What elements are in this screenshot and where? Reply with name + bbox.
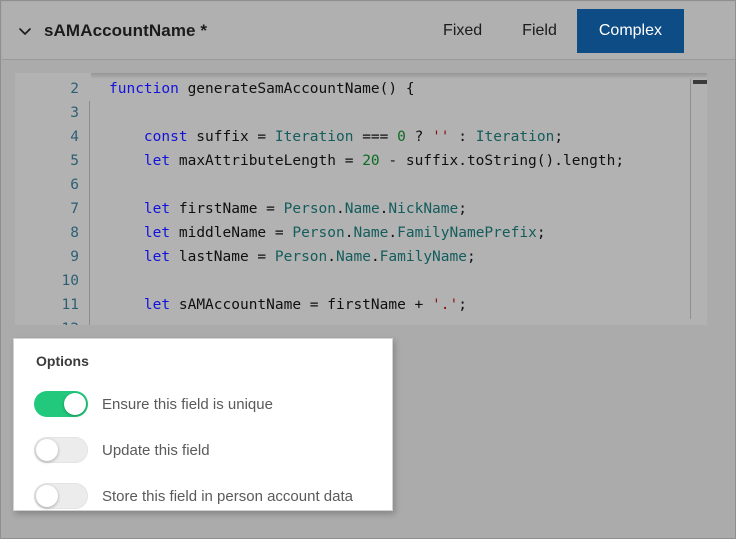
line-number: 12: [15, 317, 89, 325]
code-line: 11 let sAMAccountName = firstName + '.';: [15, 293, 691, 317]
code-content[interactable]: 2 function generateSamAccountName() { 3 4 c…: [15, 77, 691, 325]
option-toggle-1[interactable]: [34, 437, 88, 463]
indent-guide: [89, 149, 90, 173]
indent-guide: [89, 173, 90, 197]
code-line-text: let firstName = Person.Name.NickName;: [143, 201, 467, 217]
code-line-text: const suffix = Iteration === 0 ? '' : It…: [143, 129, 564, 145]
option-label: Update this field: [102, 441, 210, 459]
editor-minimap-divider: [690, 79, 691, 319]
code-line-text: function generateSamAccountName() {: [109, 81, 415, 97]
line-number: 9: [70, 249, 79, 265]
code-line: 12: [15, 317, 691, 325]
indent-guide: [89, 293, 90, 317]
line-number: 5: [70, 153, 79, 169]
option-row: Ensure this field is unique: [14, 381, 392, 427]
field-header-left: sAMAccountName *: [2, 21, 423, 41]
indent-guide: [89, 245, 90, 269]
indent-guide: [89, 77, 90, 101]
options-panel-title: Options: [36, 353, 89, 369]
option-toggle-0[interactable]: [34, 391, 88, 417]
indent-guide: [89, 317, 90, 325]
code-line: 5 let maxAttributeLength = 20 - suffix.t…: [15, 149, 691, 173]
code-line: 10: [15, 269, 691, 293]
option-toggle-2[interactable]: [34, 483, 88, 509]
code-line: 9 let lastName = Person.Name.FamilyName;: [15, 245, 691, 269]
code-line: 6: [15, 173, 691, 197]
toggle-knob: [36, 439, 58, 461]
line-number: 8: [70, 225, 79, 241]
toggle-knob: [36, 485, 58, 507]
chevron-down-icon[interactable]: [16, 22, 34, 40]
field-header-bar: sAMAccountName * Fixed Field Complex: [2, 2, 735, 60]
code-line: 4 const suffix = Iteration === 0 ? '' : …: [15, 125, 691, 149]
indent-guide: [89, 197, 90, 221]
code-line: 3: [15, 101, 691, 125]
option-label: Store this field in person account data: [102, 487, 353, 505]
line-number: 6: [70, 177, 79, 193]
indent-guide: [89, 101, 90, 125]
option-row: Update this field: [14, 427, 392, 473]
code-line-text: let maxAttributeLength = 20 - suffix.toS…: [143, 153, 625, 169]
value-type-segmented-control: Fixed Field Complex: [423, 8, 735, 53]
line-number: 2: [70, 81, 79, 97]
page-title: sAMAccountName *: [44, 20, 208, 40]
line-number: 3: [70, 105, 79, 121]
indent-guide: [89, 221, 90, 245]
vertical-scrollbar-thumb[interactable]: [693, 80, 707, 84]
indent-guide: [89, 269, 90, 293]
code-line: 8 let middleName = Person.Name.FamilyNam…: [15, 221, 691, 245]
code-editor[interactable]: 2 function generateSamAccountName() { 3 4 c…: [15, 73, 707, 325]
code-line-text: let lastName = Person.Name.FamilyName;: [143, 249, 476, 265]
option-row: Store this field in person account data: [14, 473, 392, 519]
tab-fixed[interactable]: Fixed: [423, 10, 502, 52]
line-number: 7: [70, 201, 79, 217]
code-line-text: let middleName = Person.Name.FamilyNameP…: [143, 225, 546, 241]
tab-field[interactable]: Field: [502, 10, 577, 52]
line-number: 11: [61, 297, 79, 313]
tab-complex[interactable]: Complex: [576, 8, 684, 53]
complex-field-editor-window: sAMAccountName * Fixed Field Complex 2 fu…: [0, 0, 736, 539]
options-panel: Options Ensure this field is unique Updat…: [13, 338, 393, 511]
toggle-knob: [64, 393, 86, 415]
code-line: 7 let firstName = Person.Name.NickName;: [15, 197, 691, 221]
indent-guide: [89, 125, 90, 149]
line-number: 4: [70, 129, 79, 145]
code-line: 2 function generateSamAccountName() {: [15, 77, 691, 101]
options-list: Ensure this field is unique Update this f…: [14, 381, 392, 519]
code-line-text: let sAMAccountName = firstName + '.';: [143, 297, 467, 313]
line-number: 10: [61, 273, 79, 289]
option-label: Ensure this field is unique: [102, 395, 273, 413]
